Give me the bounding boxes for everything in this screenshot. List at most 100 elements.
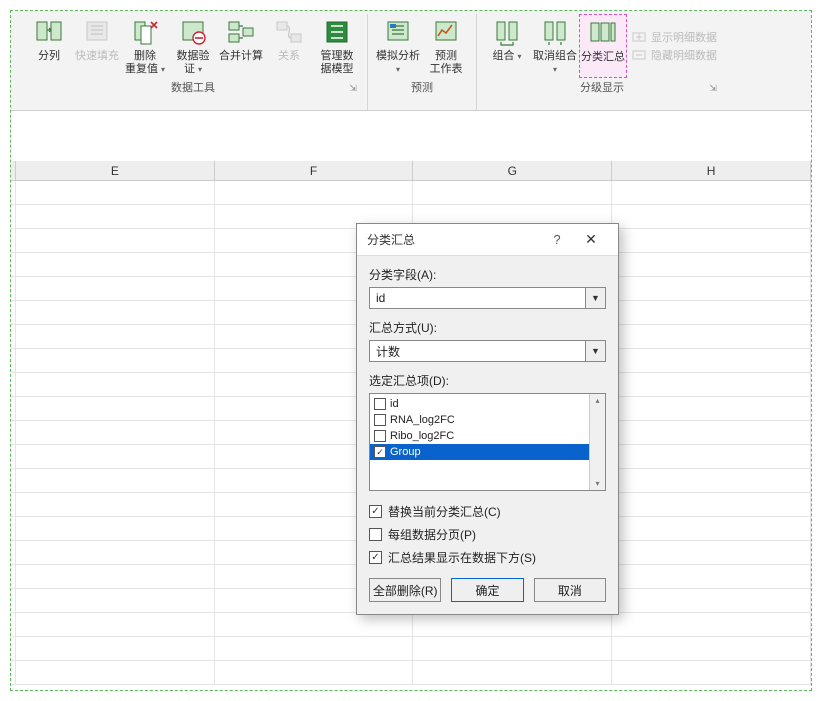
chevron-down-icon: ▾ (198, 65, 202, 74)
cell[interactable] (413, 613, 612, 636)
cell[interactable] (215, 181, 414, 204)
grid-row[interactable] (11, 637, 811, 661)
scroll-up-icon[interactable]: ▴ (595, 396, 599, 405)
pagebreak-option[interactable]: 每组数据分页(P) (369, 526, 606, 543)
cell[interactable] (612, 541, 811, 564)
cell[interactable] (16, 565, 215, 588)
cell[interactable] (413, 661, 612, 684)
grid-row[interactable] (11, 661, 811, 685)
forecast-sheet-button[interactable]: 预测 工作表 (422, 14, 470, 78)
cell[interactable] (612, 349, 811, 372)
data-model-button[interactable]: 管理数 据模型 (313, 14, 361, 78)
what-if-icon (382, 16, 414, 48)
ribbon-group: 组合 ▾取消组合 ▾分类汇总显示明细数据隐藏明细数据分级显示⇲ (477, 14, 727, 110)
column-header[interactable]: E (16, 161, 215, 180)
cell[interactable] (16, 469, 215, 492)
cell[interactable] (16, 589, 215, 612)
cell[interactable] (612, 301, 811, 324)
below-option[interactable]: ✓ 汇总结果显示在数据下方(S) (369, 549, 606, 566)
dropdown-button[interactable]: ▼ (586, 287, 606, 309)
list-item[interactable]: ✓Group (370, 444, 589, 460)
text-to-columns-button[interactable]: 分列 (25, 14, 73, 78)
cell[interactable] (16, 349, 215, 372)
dropdown-button[interactable]: ▼ (586, 340, 606, 362)
cell[interactable] (16, 661, 215, 684)
dialog-launcher-icon[interactable]: ⇲ (347, 82, 359, 94)
cell[interactable] (612, 661, 811, 684)
cell[interactable] (16, 421, 215, 444)
cell[interactable] (612, 469, 811, 492)
ribbon-item-label: 删除 重复值 ▾ (125, 50, 165, 76)
cancel-button[interactable]: 取消 (534, 578, 606, 602)
list-item[interactable]: RNA_log2FC (370, 412, 589, 428)
subtotal-items-listbox[interactable]: idRNA_log2FCRibo_log2FC✓Group ▴ ▾ (369, 393, 606, 491)
grid-row[interactable] (11, 181, 811, 205)
cell[interactable] (16, 253, 215, 276)
cell[interactable] (612, 277, 811, 300)
cell[interactable] (612, 613, 811, 636)
cell[interactable] (612, 421, 811, 444)
cell[interactable] (612, 229, 811, 252)
cell[interactable] (16, 493, 215, 516)
cell[interactable] (413, 637, 612, 660)
subtotal-button[interactable]: 分类汇总 (579, 14, 627, 78)
remove-all-button[interactable]: 全部删除(R) (369, 578, 441, 602)
list-item[interactable]: Ribo_log2FC (370, 428, 589, 444)
close-button[interactable]: ✕ (574, 231, 608, 248)
ok-button[interactable]: 确定 (451, 578, 523, 602)
column-headers: E F G H (11, 161, 811, 181)
cell[interactable] (612, 397, 811, 420)
cell[interactable] (16, 445, 215, 468)
category-field-select[interactable]: id (369, 287, 586, 309)
cell[interactable] (612, 445, 811, 468)
cell[interactable] (16, 301, 215, 324)
scrollbar[interactable]: ▴ ▾ (589, 394, 605, 490)
cell[interactable] (612, 205, 811, 228)
column-header[interactable]: G (413, 161, 612, 180)
consolidate-button[interactable]: 合并计算 (217, 14, 265, 78)
data-validation-button[interactable]: 数据验 证 ▾ (169, 14, 217, 78)
scroll-down-icon[interactable]: ▾ (595, 479, 599, 488)
cell[interactable] (16, 541, 215, 564)
cell[interactable] (16, 277, 215, 300)
cell[interactable] (612, 637, 811, 660)
ribbon-item-label: 模拟分析 ▾ (375, 50, 421, 76)
cell[interactable] (612, 493, 811, 516)
cell[interactable] (612, 253, 811, 276)
cell[interactable] (612, 589, 811, 612)
cell[interactable] (612, 517, 811, 540)
replace-option[interactable]: ✓ 替换当前分类汇总(C) (369, 503, 606, 520)
cell[interactable] (612, 325, 811, 348)
group-button[interactable]: 组合 ▾ (483, 14, 531, 78)
cell[interactable] (215, 613, 414, 636)
cell[interactable] (16, 373, 215, 396)
dialog-launcher-icon[interactable]: ⇲ (707, 82, 719, 94)
checkbox-icon (369, 528, 382, 541)
cell[interactable] (16, 397, 215, 420)
cell[interactable] (413, 181, 612, 204)
ungroup-button[interactable]: 取消组合 ▾ (531, 14, 579, 78)
column-header[interactable]: F (215, 161, 414, 180)
cell[interactable] (16, 613, 215, 636)
subtotal-icon (587, 17, 619, 49)
cell[interactable] (612, 373, 811, 396)
data-validation-icon (177, 16, 209, 48)
cell[interactable] (16, 637, 215, 660)
column-header[interactable]: H (612, 161, 811, 180)
cell[interactable] (16, 181, 215, 204)
list-item[interactable]: id (370, 396, 589, 412)
cell[interactable] (16, 229, 215, 252)
function-select[interactable]: 计数 (369, 340, 586, 362)
cell[interactable] (215, 661, 414, 684)
cell[interactable] (16, 325, 215, 348)
cell[interactable] (215, 637, 414, 660)
what-if-button[interactable]: 模拟分析 ▾ (374, 14, 422, 78)
remove-duplicates-button[interactable]: 删除 重复值 ▾ (121, 14, 169, 78)
cell[interactable] (612, 181, 811, 204)
function-label: 汇总方式(U): (369, 319, 606, 336)
cell[interactable] (16, 517, 215, 540)
grid-row[interactable] (11, 613, 811, 637)
help-button[interactable]: ? (540, 232, 574, 247)
cell[interactable] (612, 565, 811, 588)
cell[interactable] (16, 205, 215, 228)
